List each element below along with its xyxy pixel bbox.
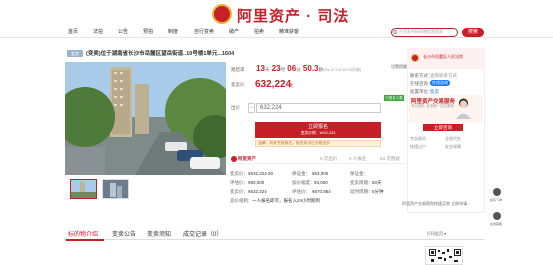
- nav-home[interactable]: 首页: [68, 28, 78, 35]
- agent-image: [456, 98, 471, 119]
- register-button-sub: 变卖价格：¥632,224: [300, 131, 336, 135]
- nav-precise[interactable]: 精准获客: [279, 28, 299, 35]
- tab-records[interactable]: 成交记录（0）: [183, 229, 222, 238]
- consult-button[interactable]: 立即咨询: [423, 124, 463, 131]
- info-label: 变卖价：: [230, 171, 248, 176]
- promo-link[interactable]: 阿里资产交易帮你快速买房 立即申请 ›: [402, 201, 485, 208]
- info-value: ¥3,000: [314, 180, 328, 185]
- court-name[interactable]: 长沙市岳麓区人民法院: [423, 54, 463, 60]
- countdown-label: 距结束: [231, 67, 245, 72]
- tab-intro[interactable]: 标的物介绍: [68, 229, 98, 238]
- countdown-timer: 13天 23时 06分 50.3秒: [256, 64, 323, 73]
- info-value: ¥90,000: [248, 180, 265, 185]
- info-label: 评估价：: [230, 180, 248, 185]
- info-value: 5分钟: [372, 189, 384, 194]
- qr-code-image: [429, 249, 461, 262]
- photo-thumbnail[interactable]: [70, 179, 97, 199]
- photo-thumbnail[interactable]: [102, 179, 129, 199]
- info-label: 加价幅度：: [292, 180, 315, 185]
- end-date: (2024-07-04 10:00开始): [319, 67, 362, 72]
- float-service[interactable]: 在线客服: [490, 222, 502, 226]
- ali-logo-icon: [231, 156, 237, 162]
- nav-notice[interactable]: 公告: [118, 28, 128, 35]
- info-value: 60天: [372, 180, 382, 185]
- bid-amount-label: 出价: [231, 105, 240, 110]
- thumbnail-image: [71, 180, 96, 198]
- active-tab-indicator: [66, 239, 104, 241]
- nav-sale[interactable]: 拍卖: [254, 28, 264, 35]
- nav-rules[interactable]: 制度: [168, 28, 178, 35]
- main-photo[interactable]: [65, 62, 226, 175]
- info-value: ¥870,884: [312, 189, 331, 194]
- building-photo-image: [65, 62, 226, 175]
- current-price: 632,224: [255, 79, 292, 90]
- info-label: 竞价规则：: [230, 198, 253, 203]
- stats-row: [230, 154, 405, 164]
- decrease-button[interactable]: −: [248, 103, 255, 113]
- price-label: 变卖价: [231, 82, 245, 87]
- customer-service-icon[interactable]: [493, 212, 501, 220]
- bid-count-badge: 已报名人数: [384, 95, 404, 101]
- print-link[interactable]: 打印此页 ▾: [427, 231, 446, 237]
- price-unit: 元: [289, 83, 294, 88]
- nav-preview[interactable]: 预拍: [143, 28, 153, 35]
- nav-self-sale[interactable]: 自行变卖: [194, 28, 214, 35]
- check-item: 安全保障: [445, 144, 461, 149]
- check-item: 快速过户: [410, 144, 426, 149]
- service-agent-avatar: [455, 97, 472, 119]
- court-emblem-icon: [212, 4, 232, 24]
- check-item: 专业顾问: [410, 136, 426, 141]
- search-placeholder: 在线发布标的物信息搜索: [399, 29, 443, 34]
- online-consult-button[interactable]: 在线咨询: [430, 80, 450, 86]
- item-title: (变卖)位于湖南省长沙市岳麓区望岳街道..10号楼1单元...1604: [86, 51, 235, 57]
- seller-name: 阿里资产: [238, 156, 256, 161]
- float-order[interactable]: 续写下单: [490, 198, 502, 202]
- check-item: 全程代办: [445, 136, 461, 141]
- info-label: 保证金：: [350, 171, 368, 176]
- cart-icon[interactable]: [493, 188, 501, 196]
- qr-code: [425, 246, 463, 265]
- search-button[interactable]: 搜索: [462, 28, 484, 37]
- tab-notice[interactable]: 变卖须知: [147, 229, 171, 238]
- info-label: 保证金：: [292, 171, 310, 176]
- info-value: ¥63,000: [312, 171, 329, 176]
- view-count: 53 次围观: [380, 156, 400, 161]
- info-label: 变卖价：: [230, 189, 248, 194]
- notice-tip: 温馨：尚未完成报名，报名成功后方能出价: [255, 140, 381, 147]
- thumbnail-image: [103, 180, 128, 198]
- contact-value[interactable]: 查看联系方式: [430, 73, 457, 79]
- tab-announcement[interactable]: 变卖公告: [112, 229, 136, 238]
- bid-count: 0 次出价: [320, 156, 338, 161]
- service-subtitle: 专业团队·全流程一站式服务: [411, 104, 455, 108]
- bid-amount-input[interactable]: 632,224: [256, 103, 381, 113]
- info-value: 一人报名即可，报名入24小时期到: [252, 198, 321, 203]
- nav-auction[interactable]: 法拍: [93, 28, 103, 35]
- register-button[interactable]: 立即报名 变卖价格：¥632,224: [255, 122, 381, 138]
- register-count: 0 人报名: [349, 156, 367, 161]
- remind-button[interactable]: 设置提醒: [391, 64, 407, 69]
- court-emblem-icon: [411, 54, 419, 62]
- info-label: 评估价：: [292, 189, 310, 194]
- search-icon: [393, 30, 397, 34]
- nav-bankruptcy[interactable]: 破产: [229, 28, 239, 35]
- info-value: ¥632,224.00: [248, 171, 274, 176]
- site-logo-text[interactable]: 阿里资产 · 司法: [237, 5, 349, 26]
- info-grid: 变卖价： ¥632,224.00 保证金： ¥63,000 保证金： 评估价： …: [230, 168, 405, 208]
- info-label: 变卖周期：: [350, 180, 373, 185]
- register-button-label: 立即报名: [307, 124, 328, 130]
- info-value: ¥632,224: [248, 189, 267, 194]
- info-label: 延时周期：: [350, 189, 373, 194]
- status-badge: 变卖: [67, 50, 83, 57]
